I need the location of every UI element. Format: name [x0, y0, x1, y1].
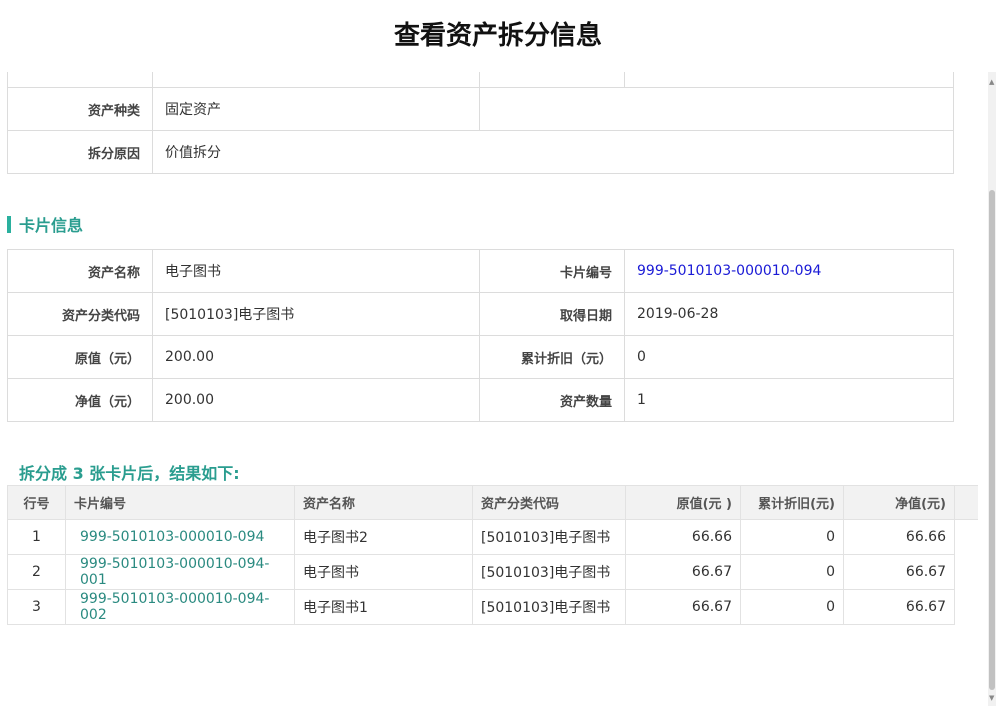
- card-section-heading: 卡片信息: [7, 212, 83, 236]
- depreciation-cell: 0: [740, 519, 844, 555]
- asset-code-label: 资产分类代码: [7, 292, 153, 336]
- original-value-value: 200.00: [152, 335, 480, 379]
- basic-info-table: 资产种类 固定资产 拆分原因 价值拆分: [7, 72, 954, 174]
- asset-name-cell: 电子图书2: [294, 519, 473, 555]
- row-number: 1: [7, 519, 66, 555]
- empty-cell: [479, 87, 954, 131]
- asset-name-cell: 电子图书1: [294, 589, 473, 625]
- col-header-asset-name[interactable]: 资产名称: [294, 485, 473, 520]
- card-number-link[interactable]: 999-5010103-000010-094: [624, 249, 954, 293]
- original-value-label: 原值（元）: [7, 335, 153, 379]
- card-number-link[interactable]: 999-5010103-000010-094-001: [65, 554, 295, 590]
- acquire-date-value: 2019-06-28: [624, 292, 954, 336]
- card-number-link[interactable]: 999-5010103-000010-094: [65, 519, 295, 555]
- original-value-cell: 66.67: [625, 589, 741, 625]
- col-header-filler: [954, 485, 978, 520]
- card-number-link[interactable]: 999-5010103-000010-094-002: [65, 589, 295, 625]
- table-header-row: 行号 卡片编号 资产名称 资产分类代码 原值(元 ) 累计折旧(元) 净值(元): [7, 485, 978, 520]
- col-header-original-value[interactable]: 原值(元 ): [625, 485, 741, 520]
- quantity-label: 资产数量: [479, 378, 625, 422]
- scroll-up-arrow-icon[interactable]: ▲: [989, 78, 994, 86]
- net-value-label: 净值（元）: [7, 378, 153, 422]
- split-reason-label: 拆分原因: [7, 130, 153, 174]
- table-row: 资产分类代码 [5010103]电子图书 取得日期 2019-06-28: [7, 292, 954, 336]
- asset-type-value: 固定资产: [152, 87, 480, 131]
- acquire-date-label: 取得日期: [479, 292, 625, 336]
- split-reason-value: 价值拆分: [152, 130, 954, 174]
- col-header-asset-code[interactable]: 资产分类代码: [472, 485, 626, 520]
- cut-off-value: [624, 72, 954, 88]
- quantity-value: 1: [624, 378, 954, 422]
- asset-code-value: [5010103]电子图书: [152, 292, 480, 336]
- asset-code-cell: [5010103]电子图书: [472, 554, 626, 590]
- table-row[interactable]: 3 999-5010103-000010-094-002 电子图书1 [5010…: [7, 589, 978, 625]
- filler-cell: [955, 555, 978, 590]
- table-row: 净值（元） 200.00 资产数量 1: [7, 378, 954, 422]
- split-result-table: 行号 卡片编号 资产名称 资产分类代码 原值(元 ) 累计折旧(元) 净值(元)…: [7, 485, 978, 625]
- original-value-cell: 66.67: [625, 554, 741, 590]
- card-info-table: 资产名称 电子图书 卡片编号 999-5010103-000010-094 资产…: [7, 249, 954, 422]
- asset-name-value: 电子图书: [152, 249, 480, 293]
- asset-name-label: 资产名称: [7, 249, 153, 293]
- cut-off-label: [479, 72, 625, 88]
- scroll-down-arrow-icon[interactable]: ▼: [989, 694, 994, 702]
- section-marker: [7, 216, 11, 233]
- table-row[interactable]: 2 999-5010103-000010-094-001 电子图书 [50101…: [7, 554, 978, 590]
- depreciation-label: 累计折旧（元）: [479, 335, 625, 379]
- net-value-cell: 66.66: [843, 519, 955, 555]
- net-value-value: 200.00: [152, 378, 480, 422]
- table-row: 原值（元） 200.00 累计折旧（元） 0: [7, 335, 954, 379]
- original-value-cell: 66.66: [625, 519, 741, 555]
- asset-code-cell: [5010103]电子图书: [472, 519, 626, 555]
- content-scroll-area[interactable]: 资产种类 固定资产 拆分原因 价值拆分 卡片信息 资产名称 电子图书 卡片编号 …: [0, 72, 988, 706]
- asset-code-cell: [5010103]电子图书: [472, 589, 626, 625]
- card-section-heading-text: 卡片信息: [19, 216, 84, 235]
- page-title: 查看资产拆分信息: [393, 21, 602, 51]
- net-value-cell: 66.67: [843, 589, 955, 625]
- col-header-depreciation[interactable]: 累计折旧(元): [740, 485, 844, 520]
- filler-cell: [955, 590, 978, 625]
- filler-cell: [955, 520, 978, 555]
- col-header-row-no[interactable]: 行号: [7, 485, 66, 520]
- row-number: 2: [7, 554, 66, 590]
- cut-off-label: [7, 72, 153, 88]
- col-header-net-value[interactable]: 净值(元): [843, 485, 955, 520]
- scrollbar-thumb[interactable]: [989, 190, 995, 690]
- table-row[interactable]: 1 999-5010103-000010-094 电子图书2 [5010103]…: [7, 519, 978, 555]
- table-row: [7, 72, 954, 88]
- table-row: 资产名称 电子图书 卡片编号 999-5010103-000010-094: [7, 249, 954, 293]
- depreciation-value: 0: [624, 335, 954, 379]
- asset-type-label: 资产种类: [7, 87, 153, 131]
- row-number: 3: [7, 589, 66, 625]
- table-row: 资产种类 固定资产: [7, 87, 954, 131]
- asset-name-cell: 电子图书: [294, 554, 473, 590]
- vertical-scrollbar[interactable]: ▲ ▼: [988, 72, 996, 706]
- split-result-title: 拆分成 3 张卡片后，结果如下:: [19, 464, 240, 483]
- depreciation-cell: 0: [740, 554, 844, 590]
- card-number-label: 卡片编号: [479, 249, 625, 293]
- depreciation-cell: 0: [740, 589, 844, 625]
- net-value-cell: 66.67: [843, 554, 955, 590]
- table-row: 拆分原因 价值拆分: [7, 130, 954, 174]
- cut-off-value: [152, 72, 480, 88]
- col-header-card-no[interactable]: 卡片编号: [65, 485, 295, 520]
